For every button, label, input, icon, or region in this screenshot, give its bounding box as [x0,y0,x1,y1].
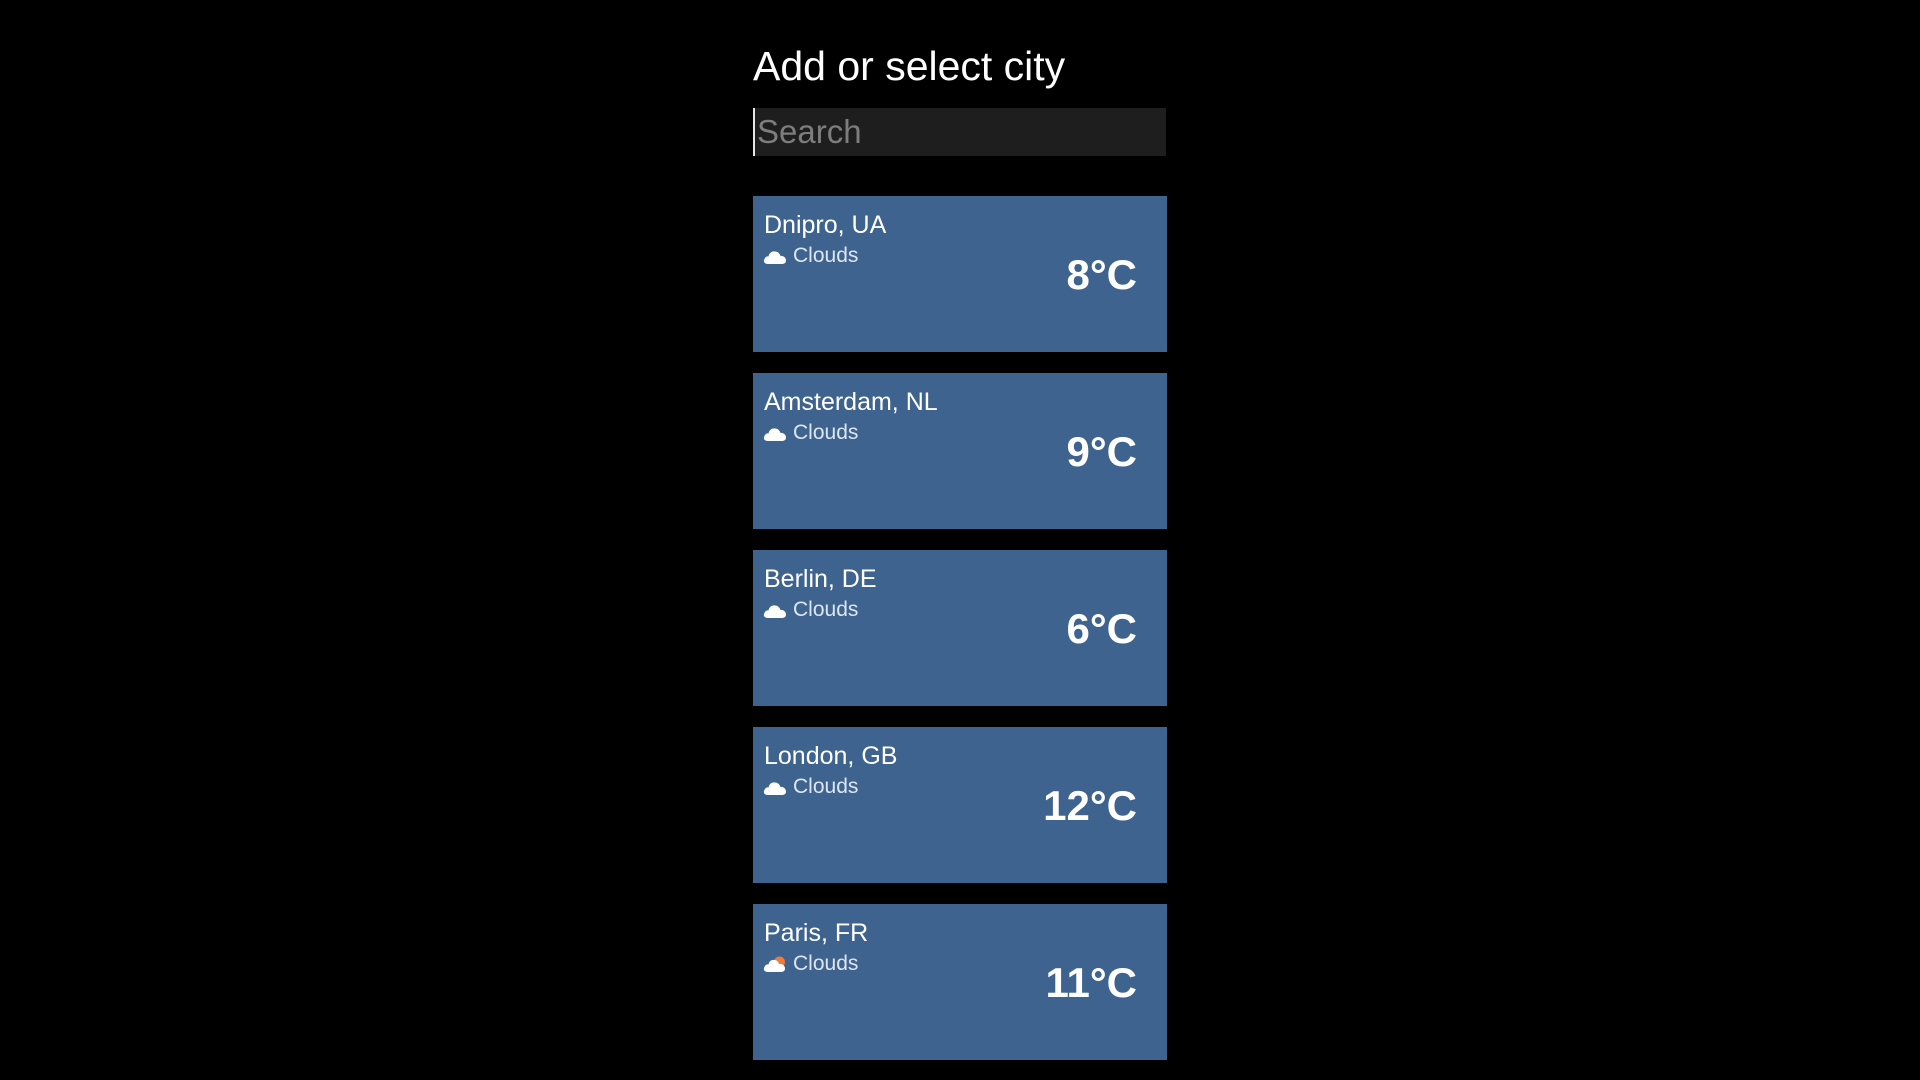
cloud-icon [763,428,786,441]
search-input[interactable] [753,108,1166,156]
city-name: Amsterdam, NL [764,388,938,416]
city-card-dnipro[interactable]: Dnipro, UA Clouds 8°C [753,196,1167,352]
search-box [753,108,1166,156]
weather-condition: Clouds [762,598,858,622]
weather-condition: Clouds [762,952,858,976]
temperature: 9°C [1066,428,1138,475]
city-name: Berlin, DE [764,565,877,593]
city-card-london[interactable]: London, GB Clouds 12°C [753,727,1167,883]
cloud-icon [763,251,786,264]
cloud-icon [763,605,786,618]
city-list: Dnipro, UA Clouds 8°C Amsterdam, NL Clou… [753,196,1167,1060]
city-card-amsterdam[interactable]: Amsterdam, NL Clouds 9°C [753,373,1167,529]
cloud-icon [763,782,786,795]
city-name: London, GB [764,742,898,770]
city-name: Dnipro, UA [764,211,887,239]
temperature: 11°C [1045,959,1137,1006]
page-title: Add or select city [753,43,1066,89]
city-card-berlin[interactable]: Berlin, DE Clouds 6°C [753,550,1167,706]
condition-label: Clouds [793,244,859,267]
city-name: Paris, FR [764,919,869,947]
weather-condition: Clouds [762,244,858,268]
condition-label: Clouds [793,598,859,621]
condition-label: Clouds [793,421,859,444]
temperature: 6°C [1066,605,1138,652]
condition-label: Clouds [793,775,859,798]
cloud-sun-icon [763,956,785,972]
temperature: 12°C [1043,782,1137,829]
city-card-paris[interactable]: Paris, FR Clouds 11°C [753,904,1167,1060]
temperature: 8°C [1066,251,1138,298]
city-panel: Add or select city Dnipro, UA Clouds 8°C… [753,40,1167,1080]
condition-label: Clouds [793,952,859,975]
weather-condition: Clouds [762,775,858,799]
weather-condition: Clouds [762,421,858,445]
